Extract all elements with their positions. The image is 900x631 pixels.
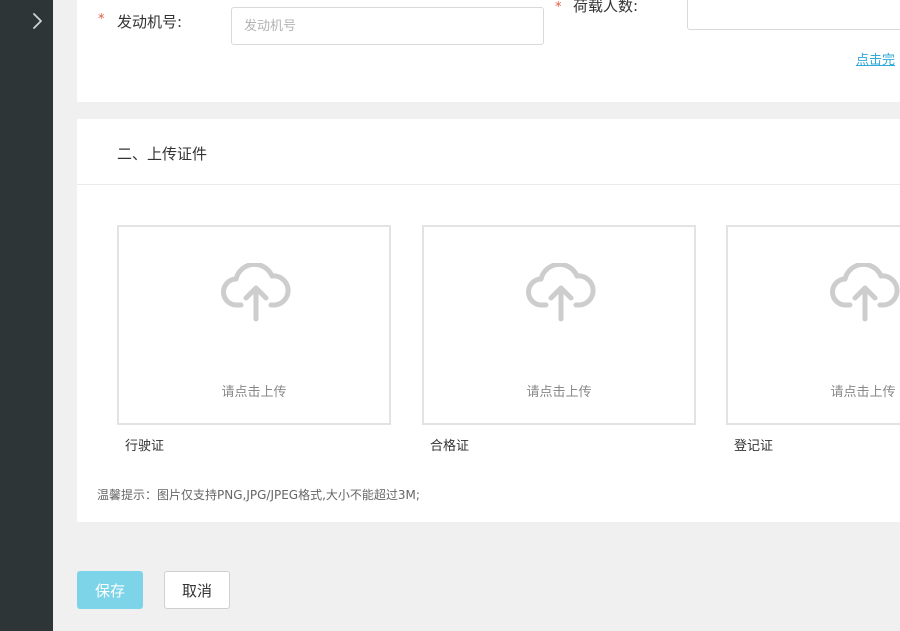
upload-documents-card: 二、上传证件 请点击上传 行驶证 请点击上传 合格证 请点击上传 登记证 温馨提… (77, 119, 900, 522)
cloud-upload-icon (830, 263, 900, 322)
upload-hint: 请点击上传 (526, 385, 592, 400)
certificate-of-conformity-label: 合格证 (430, 439, 470, 454)
upload-box-registration-certificate[interactable]: 请点击上传 (726, 225, 900, 425)
section-title: 二、上传证件 (117, 145, 208, 163)
engine-number-label: 发动机号: (117, 13, 183, 31)
section-header: 二、上传证件 (77, 119, 900, 185)
upload-box-certificate-of-conformity[interactable]: 请点击上传 (422, 225, 696, 425)
upload-hint: 请点击上传 (830, 385, 896, 400)
save-button[interactable]: 保存 (77, 571, 143, 609)
complete-info-link[interactable]: 点击完 (856, 49, 895, 68)
chevron-right-icon[interactable] (30, 12, 46, 30)
upload-tip: 温馨提示：图片仅支持PNG,JPG/JPEG格式,大小不能超过3M; (97, 488, 420, 502)
engine-number-input[interactable] (231, 7, 544, 45)
required-mark: * (98, 12, 105, 27)
required-mark: * (555, 0, 562, 15)
page: * 发动机号: * 荷载人数: 点击完 二、上传证件 请点击上传 行驶证 (0, 0, 900, 631)
passenger-capacity-label: 荷载人数: (573, 0, 639, 15)
upload-hint: 请点击上传 (221, 385, 287, 400)
cancel-button[interactable]: 取消 (164, 571, 230, 609)
driving-license-label: 行驶证 (125, 439, 165, 454)
vehicle-info-card: * 发动机号: * 荷载人数: 点击完 (77, 0, 900, 102)
cloud-upload-icon (221, 263, 291, 322)
sidebar (0, 0, 53, 631)
upload-box-driving-license[interactable]: 请点击上传 (117, 225, 391, 425)
registration-certificate-label: 登记证 (734, 439, 774, 454)
passenger-capacity-input[interactable] (687, 0, 900, 30)
cloud-upload-icon (526, 263, 596, 322)
